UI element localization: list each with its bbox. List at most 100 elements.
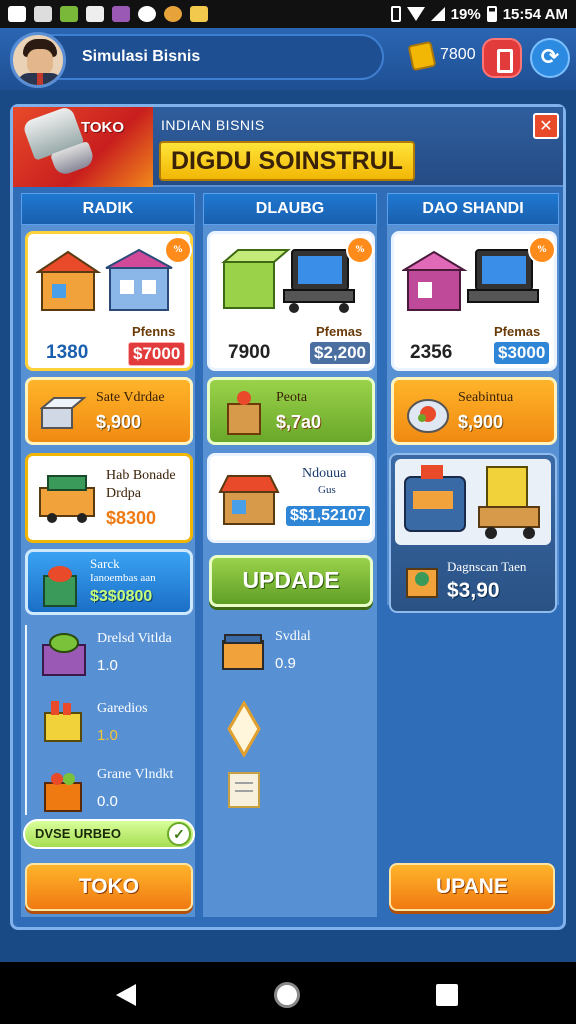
offer-button-1[interactable]: Sate Vdrdae $,900 <box>25 377 193 445</box>
offer-name: Sate Vdrdae <box>96 390 165 405</box>
game-icon <box>60 6 78 22</box>
banner-tag: TOKO <box>81 119 125 136</box>
list-item-name: Drelsd Vitlda <box>97 631 172 646</box>
food-truck-card[interactable]: Hab Bonade Drdpa $8300 <box>25 453 193 543</box>
fruit-box-icon <box>44 773 82 812</box>
discount-badge: % <box>164 236 192 264</box>
profile-bar[interactable]: Simulasi Bisnis <box>10 32 384 88</box>
offer-name: Peota <box>276 390 308 405</box>
stall-sub: Gus <box>318 484 336 496</box>
column-header-2[interactable]: DLAUBG <box>203 193 377 225</box>
progress-bar: DVSE URBEO ✓ <box>23 819 195 849</box>
store-card-1[interactable]: % Pfenns 1380 $7000 <box>25 231 193 371</box>
status-right: 19% 15:54 AM <box>390 5 568 23</box>
offer-button-2[interactable]: Peota $,7a0 <box>207 377 375 445</box>
grocery-bag-icon <box>43 566 77 607</box>
progress-label: DVSE URBEO <box>35 826 121 841</box>
signal-icon <box>430 7 445 21</box>
store-card-price: $3000 <box>494 342 550 364</box>
shop-panel: TOKO INDIAN BISNIS DIGDU SOINSTRUL ✕ RAD… <box>10 104 566 930</box>
map-icon <box>190 6 208 22</box>
store-card-amount: 7900 <box>228 342 271 363</box>
checkmark-icon: ✓ <box>167 822 191 846</box>
stall-price: $$1,52107 <box>286 506 370 526</box>
boutique-laptop-icon <box>402 249 539 311</box>
player-name: Simulasi Bisnis <box>82 48 201 65</box>
upgrade-button[interactable]: UPDADE <box>209 555 373 607</box>
top-bar: Simulasi Bisnis 7800 ⟳ <box>0 28 576 90</box>
battery-text: 19% <box>450 5 481 23</box>
offer-name: Seabintua <box>458 390 514 405</box>
app-icon <box>86 6 104 22</box>
notification-icon <box>8 6 26 22</box>
warehouse-card[interactable]: Dagnscan Taen $3,90 <box>389 453 557 613</box>
android-nav-bar <box>0 962 576 1024</box>
product-box-icon <box>406 568 438 598</box>
offer-price: $,900 <box>96 412 142 432</box>
avatar[interactable] <box>10 32 66 88</box>
home-icon[interactable] <box>274 982 300 1008</box>
warehouse-price: $3,90 <box>447 579 500 602</box>
snack-price: $3$0800 <box>90 588 153 605</box>
refresh-button[interactable]: ⟳ <box>530 38 570 78</box>
diamond-icon <box>227 701 261 757</box>
wifi-icon <box>406 7 425 21</box>
list-item-name: Svdlal <box>275 629 311 644</box>
banner-title: DIGDU SOINSTRUL <box>159 141 415 181</box>
delivery-machines-icon <box>404 465 540 539</box>
food-truck-sub: Drdpa <box>106 486 141 501</box>
banner-ribbon: TOKO <box>13 105 153 187</box>
gold-coin-icon <box>407 40 437 72</box>
recents-icon[interactable] <box>436 984 458 1006</box>
list-item-name: Garedios <box>97 701 148 716</box>
store-card-label: Pfenns <box>132 324 176 339</box>
store-card-label: Pfemas <box>316 324 363 339</box>
crate-laptop-icon <box>221 249 355 313</box>
chrome-icon <box>138 6 156 22</box>
banner-subtitle: INDIAN BISNIS <box>161 117 265 133</box>
status-bar: 19% 15:54 AM <box>0 0 576 28</box>
list-item-name: Grane Vlndkt <box>97 767 174 782</box>
list-item-value: 1.0 <box>97 727 118 744</box>
battery-icon <box>486 6 497 22</box>
cash-register-icon <box>40 397 86 429</box>
store-card-amount: 2356 <box>410 342 453 363</box>
vibrate-icon <box>390 6 401 22</box>
discount-badge: % <box>346 236 374 264</box>
cooler-box-icon <box>222 634 264 670</box>
store-card-amount: 1380 <box>46 342 89 363</box>
store-card-label: Pfemas <box>494 324 541 339</box>
snack-title: Sarck <box>90 556 120 571</box>
upane-button[interactable]: UPANE <box>389 863 555 911</box>
back-icon[interactable] <box>116 984 136 1006</box>
market-stall-icon <box>218 475 280 525</box>
image-icon <box>34 6 52 22</box>
store-icon <box>112 6 130 22</box>
exit-button[interactable] <box>482 38 522 78</box>
food-truck-icon <box>39 475 95 523</box>
coin-notify-icon <box>164 6 182 22</box>
crate-icon <box>44 701 82 742</box>
snack-offer-button[interactable]: Sarck Ianoembas aan $3$0800 <box>25 549 193 615</box>
close-button[interactable]: ✕ <box>533 113 559 139</box>
food-truck-price: $8300 <box>106 508 157 528</box>
store-card-price: $2,200 <box>310 342 370 364</box>
offer-price: $,7a0 <box>276 412 322 432</box>
toko-button[interactable]: TOKO <box>25 863 193 911</box>
produce-box-icon <box>42 633 86 676</box>
store-card-price: $7000 <box>128 342 186 366</box>
column-header-3[interactable]: DAO SHANDI <box>387 193 559 225</box>
snack-sub: Ianoembas aan <box>90 572 156 584</box>
store-card-2[interactable]: % Pfemas 7900 $2,200 <box>207 231 375 371</box>
warehouse-title: Dagnscan Taen <box>447 559 527 574</box>
offer-button-3[interactable]: Seabintua $,900 <box>391 377 557 445</box>
shop-building-icon <box>36 248 173 311</box>
stall-card[interactable]: Ndouua Gus $$1,52107 <box>207 453 375 543</box>
clock: 15:54 AM <box>502 5 568 23</box>
discount-badge: % <box>528 236 556 264</box>
stall-title: Ndouua <box>302 466 347 481</box>
list-item-value: 1.0 <box>97 657 118 674</box>
column-header-1[interactable]: RADIK <box>21 193 195 225</box>
list-item-value: 0.0 <box>97 793 118 810</box>
store-card-3[interactable]: % Pfemas 2356 $3000 <box>391 231 557 371</box>
